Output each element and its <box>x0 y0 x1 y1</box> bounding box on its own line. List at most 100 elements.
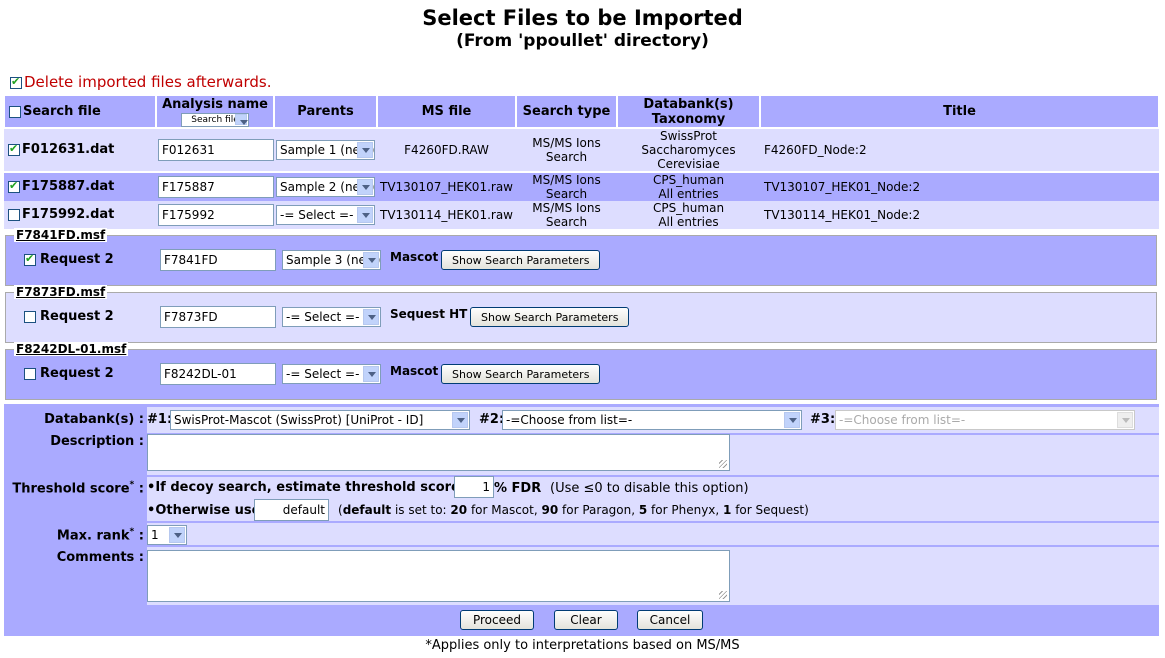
databank-1-label: #1: <box>147 412 173 427</box>
default-note-b3: 90 <box>541 503 559 517</box>
search-engine: Mascot <box>390 364 439 378</box>
msf-request-label: Request 2 <box>40 252 114 267</box>
header-analysis-name: Analysis name Search file <box>156 95 274 128</box>
databank-2-label: #2: <box>479 412 505 427</box>
msf-group-name: F7873FD.msf <box>14 285 108 299</box>
analysis-name-input[interactable]: F012631 <box>158 139 274 161</box>
threshold-colon: : <box>134 481 144 497</box>
search-type-line1: MS/MS Ions <box>532 201 601 215</box>
select-all-checkbox[interactable] <box>9 105 21 118</box>
header-analysis-label: Analysis name <box>162 96 268 112</box>
otherwise-option: •Otherwise use <box>147 503 261 518</box>
databank-3-label: #3: <box>810 412 836 427</box>
footnote: *Applies only to interpretations based o… <box>425 638 740 653</box>
default-note-2: for Mascot, <box>467 503 542 517</box>
row-checkbox[interactable] <box>8 179 20 193</box>
file-cell[interactable]: F175887.dat <box>8 173 158 201</box>
databank-taxonomy: CPS_human All entries <box>617 201 760 229</box>
default-note-5: for Sequest) <box>731 503 809 517</box>
file-name: F012631.dat <box>22 142 115 157</box>
max-rank-select[interactable]: 1 <box>147 525 187 545</box>
description-textarea[interactable] <box>147 434 730 471</box>
chevron-down-icon <box>235 113 248 125</box>
import-options-form: Databank(s) : #1: SwisProt-Mascot (Swiss… <box>4 404 1159 636</box>
default-note-3: for Paragon, <box>558 503 639 517</box>
row-title: TV130114_HEK01_Node:2 <box>764 208 921 222</box>
databank-line1: SwissProt <box>659 129 717 143</box>
show-search-parameters-button[interactable]: Show Search Parameters <box>470 307 630 327</box>
header-search-file: Search file <box>4 95 156 128</box>
comments-label: Comments : <box>56 550 144 565</box>
threshold-default-input[interactable]: default <box>254 499 329 521</box>
msf-checkbox[interactable] <box>24 310 36 323</box>
page-title: Select Files to be Imported <box>422 6 743 30</box>
parent-select[interactable]: -= Select =- <box>282 307 381 327</box>
chevron-down-icon <box>363 252 379 268</box>
analysis-name-source-select[interactable]: Search file <box>181 112 249 127</box>
header-databank: Databank(s) Taxonomy <box>617 95 760 128</box>
ms-file: TV130107_HEK01.raw <box>379 180 513 194</box>
databank-1-select[interactable]: SwisProt-Mascot (SwissProt) [UniProt - I… <box>170 410 470 430</box>
search-engine: Mascot <box>390 250 439 264</box>
ms-file: TV130114_HEK01.raw <box>379 208 513 222</box>
maxrank-label-text: Max. rank <box>56 528 130 544</box>
parent-select[interactable]: Sample 2 (new) <box>276 177 375 197</box>
databank-2-select[interactable]: -=Choose from list=- <box>502 410 802 430</box>
analysis-name-input[interactable]: F8242DL-01 <box>160 363 276 385</box>
file-cell[interactable]: F012631.dat <box>8 129 158 171</box>
databank-line2: Saccharomyces <box>641 143 736 157</box>
parent-select[interactable]: Sample 1 (new) <box>276 140 375 160</box>
maxrank-colon: : <box>134 528 144 544</box>
parent-select[interactable]: -= Select =- <box>282 364 381 384</box>
decoy-option: •If decoy search, estimate threshold sco… <box>147 480 486 495</box>
comments-textarea[interactable] <box>147 550 730 602</box>
row-checkbox[interactable] <box>8 209 20 221</box>
table-row: F012631.dat F012631 Sample 1 (new) F4260… <box>4 129 1159 171</box>
search-type: MS/MS Ions Search <box>516 129 617 171</box>
parent-select[interactable]: -= Select =- <box>276 205 375 225</box>
analysis-name-input[interactable]: F175992 <box>158 204 274 226</box>
delete-files-option[interactable]: Delete imported files afterwards. <box>10 73 271 91</box>
fdr-input[interactable]: 1 <box>454 476 494 498</box>
msf-checkbox[interactable] <box>24 252 36 266</box>
cancel-button[interactable]: Cancel <box>637 610 703 630</box>
file-cell[interactable]: F175992.dat <box>8 201 158 229</box>
default-note-b1: default <box>342 503 392 517</box>
msf-request-label: Request 2 <box>40 366 114 381</box>
header-title: Title <box>760 95 1159 128</box>
otherwise-text: Otherwise use <box>155 503 261 518</box>
header-databank-line2: Taxonomy <box>651 111 726 127</box>
chevron-down-icon <box>784 412 800 428</box>
databank-line1: CPS_human <box>652 173 725 187</box>
msf-checkbox[interactable] <box>24 367 36 380</box>
clear-button[interactable]: Clear <box>554 610 618 630</box>
show-search-parameters-button[interactable]: Show Search Parameters <box>441 364 601 384</box>
msf-request-option[interactable]: Request 2 <box>24 366 114 381</box>
table-row: F175887.dat F175887 Sample 2 (new) TV130… <box>4 173 1159 201</box>
chevron-down-icon <box>363 309 379 325</box>
parent-value: -= Select =- <box>286 310 360 324</box>
search-type: MS/MS Ions Search <box>516 201 617 229</box>
parent-select[interactable]: Sample 3 (new) <box>282 250 381 270</box>
decoy-text: If decoy search, estimate threshold scor… <box>155 480 486 495</box>
row-checkbox[interactable] <box>8 142 20 156</box>
msf-request-option[interactable]: Request 2 <box>24 252 114 267</box>
analysis-name-input[interactable]: F7841FD <box>160 249 276 271</box>
search-type: MS/MS Ions Search <box>516 173 617 201</box>
file-name: F175887.dat <box>22 179 115 194</box>
header-ms-file: MS file <box>377 95 516 128</box>
default-note-b4: 5 <box>638 503 648 517</box>
show-search-parameters-button[interactable]: Show Search Parameters <box>441 250 601 270</box>
title-block: Select Files to be Imported (From 'ppoul… <box>0 6 1165 52</box>
threshold-label-text: Threshold score <box>12 481 130 497</box>
maxrank-label: Max. rank* : <box>4 527 144 543</box>
search-type-line2: Search <box>545 187 588 201</box>
search-type-line2: Search <box>545 150 588 164</box>
analysis-name-input[interactable]: F175887 <box>158 176 274 198</box>
default-note-b2: 20 <box>450 503 468 517</box>
msf-request-option[interactable]: Request 2 <box>24 309 114 324</box>
analysis-name-input[interactable]: F7873FD <box>160 306 276 328</box>
delete-files-checkbox[interactable] <box>10 75 22 89</box>
databank-taxonomy: SwissProt Saccharomyces Cerevisiae <box>617 129 760 171</box>
proceed-button[interactable]: Proceed <box>460 610 534 630</box>
